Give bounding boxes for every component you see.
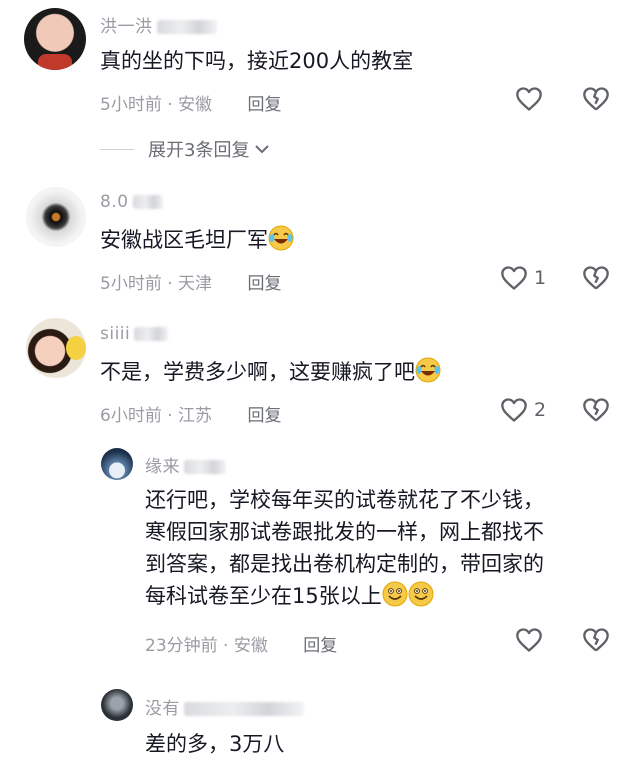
reply-text: 差的多，3万八 [145, 732, 285, 756]
like-button[interactable] [515, 627, 543, 653]
like-button[interactable]: 1 [500, 265, 546, 291]
username[interactable]: 缘来 [145, 452, 226, 477]
smiling-emoji [382, 581, 408, 616]
reply-meta: 23分钟前 · 安徽 回复 [145, 636, 338, 656]
comment-meta: 5小时前 · 天津 回复 [100, 274, 282, 294]
heart-icon [501, 266, 527, 290]
heart-icon [516, 87, 542, 111]
like-button[interactable] [515, 86, 543, 112]
reply-button[interactable]: 回复 [247, 274, 281, 294]
smiling-emoji [408, 581, 434, 616]
broken-heart-icon [583, 266, 609, 290]
username[interactable]: 没有 [145, 694, 304, 719]
avatar[interactable] [26, 318, 86, 378]
username[interactable]: 8.0 [100, 192, 163, 212]
chevron-down-icon [255, 145, 270, 154]
avatar[interactable] [101, 689, 133, 721]
dislike-button[interactable] [582, 627, 610, 657]
comment-text: 安徽战区毛坦厂军 [100, 224, 294, 260]
like-count: 1 [534, 267, 547, 289]
avatar[interactable] [101, 448, 133, 480]
dislike-button[interactable] [582, 265, 610, 295]
comment-text: 不是，学费多少啊，这要赚疯了吧 [100, 356, 441, 392]
broken-heart-icon [583, 398, 609, 422]
laughing-tears-emoji [415, 357, 441, 392]
comment-text: 真的坐的下吗，接近200人的教室 [100, 49, 414, 73]
heart-icon [501, 398, 527, 422]
expand-replies-button[interactable]: 展开3条回复 [100, 136, 271, 162]
like-button[interactable]: 2 [500, 397, 546, 423]
reply-text: 还行吧，学校每年买的试卷就花了不少钱， 寒假回家那试卷跟批发的一样，网上都找不 … [145, 484, 544, 616]
heart-icon [516, 628, 542, 652]
broken-heart-icon [583, 628, 609, 652]
avatar[interactable] [26, 187, 86, 247]
username[interactable]: 洪一洪 [100, 12, 217, 37]
username[interactable]: siiii [100, 324, 169, 344]
comment-meta: 5小时前 · 安徽 回复 [100, 95, 282, 115]
like-count: 2 [534, 399, 547, 421]
reply-button[interactable]: 回复 [303, 636, 337, 656]
dislike-button[interactable] [582, 397, 610, 427]
reply-button[interactable]: 回复 [247, 95, 281, 115]
avatar[interactable] [24, 8, 86, 70]
dislike-button[interactable] [582, 86, 610, 116]
reply-button[interactable]: 回复 [247, 406, 281, 426]
laughing-tears-emoji [268, 225, 294, 260]
comment-meta: 6小时前 · 江苏 回复 [100, 406, 282, 426]
broken-heart-icon [583, 87, 609, 111]
